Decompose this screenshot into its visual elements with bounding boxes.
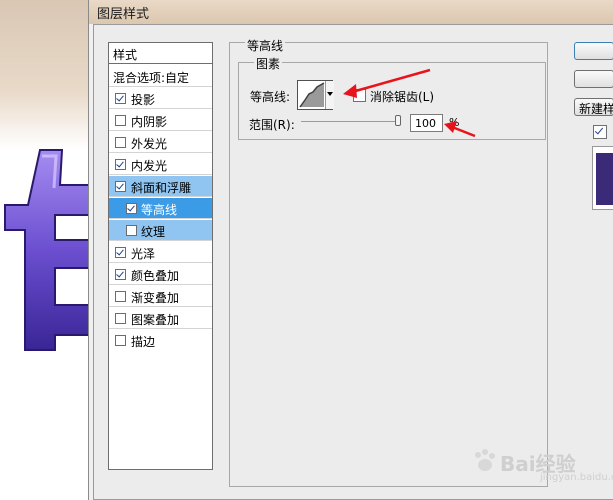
red-arrow-icon <box>343 68 431 98</box>
watermark-subtext: jingyan.baidu.com <box>540 472 613 483</box>
annotation-layer <box>343 68 476 138</box>
red-arrow-icon <box>444 121 476 138</box>
paw-icon <box>475 449 495 471</box>
watermark: Bai经验 jingyan.baidu.com <box>470 440 613 490</box>
